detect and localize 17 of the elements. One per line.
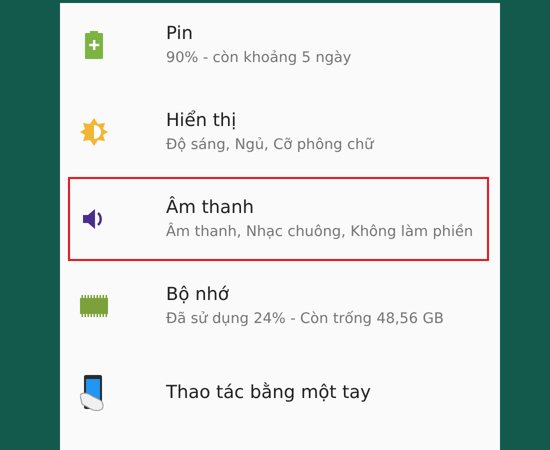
settings-item[interactable]: Thao tác bằng một tay xyxy=(68,351,489,435)
brightness-icon xyxy=(80,118,108,146)
item-subtitle: 90% - còn khoảng 5 ngày xyxy=(166,50,352,68)
battery-icon xyxy=(85,31,103,59)
settings-item[interactable]: Âm thanh Âm thanh, Nhạc chuông, Không làm phiền xyxy=(68,177,489,261)
item-title: Thao tác bằng một tay xyxy=(166,382,371,404)
item-title: Bộ nhớ xyxy=(166,284,230,306)
item-title: Hiển thị xyxy=(166,110,238,132)
item-title: Âm thanh xyxy=(166,196,255,218)
settings-item[interactable]: Pin 90% - còn khoảng 5 ngày xyxy=(68,3,489,87)
settings-item[interactable]: Hiển thị Độ sáng, Ngủ, Cỡ phông chữ xyxy=(68,90,489,174)
memory-chip-icon xyxy=(80,295,108,317)
item-subtitle: Đã sử dụng 24% - Còn trống 48,56 GB xyxy=(166,311,444,328)
item-subtitle: Âm thanh, Nhạc chuông, Không làm phiền xyxy=(166,224,474,242)
item-subtitle: Độ sáng, Ngủ, Cỡ phông chữ xyxy=(166,137,374,154)
settings-item[interactable]: Bộ nhớ Đã sử dụng 24% - Còn trống 48,56 GB xyxy=(68,264,489,348)
item-title: Pin xyxy=(166,22,194,44)
